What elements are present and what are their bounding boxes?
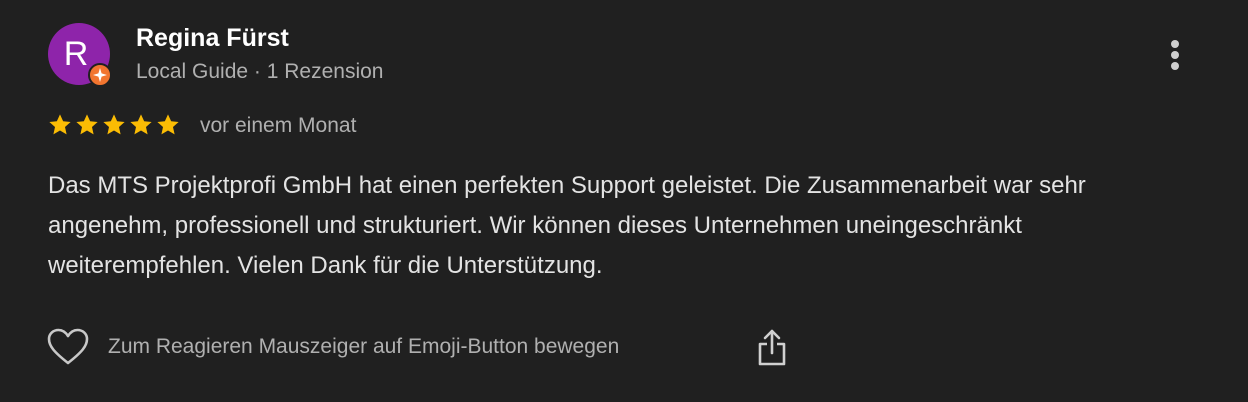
review-date: vor einem Monat xyxy=(200,114,357,137)
more-options-button[interactable] xyxy=(1158,34,1192,76)
author-avatar[interactable]: R xyxy=(48,23,112,87)
star-icon xyxy=(49,114,71,135)
react-hint: Zum Reagieren Mauszeiger auf Emoji-Butto… xyxy=(108,335,620,358)
review-text: Das MTS Projektprofi GmbH hat einen perf… xyxy=(48,172,1086,279)
share-button[interactable] xyxy=(754,327,790,369)
star-icon xyxy=(130,114,152,135)
local-guide-badge-icon xyxy=(88,63,112,87)
like-button[interactable] xyxy=(46,327,90,367)
more-vertical-icon-dot xyxy=(1171,62,1179,70)
author-name[interactable]: Regina Fürst xyxy=(136,24,289,53)
author-meta[interactable]: Local Guide · 1 Rezension xyxy=(136,60,383,84)
share-icon xyxy=(758,329,786,366)
star-icon xyxy=(76,114,98,135)
star-rating xyxy=(47,112,181,140)
star-icon xyxy=(157,114,179,135)
more-vertical-icon xyxy=(1171,40,1179,48)
review-card: R Regina Fürst Local Guide · 1 Rezension… xyxy=(0,0,1248,402)
star-icon xyxy=(103,114,125,135)
heart-outline-icon xyxy=(47,328,89,365)
more-vertical-icon-dot xyxy=(1171,51,1179,59)
